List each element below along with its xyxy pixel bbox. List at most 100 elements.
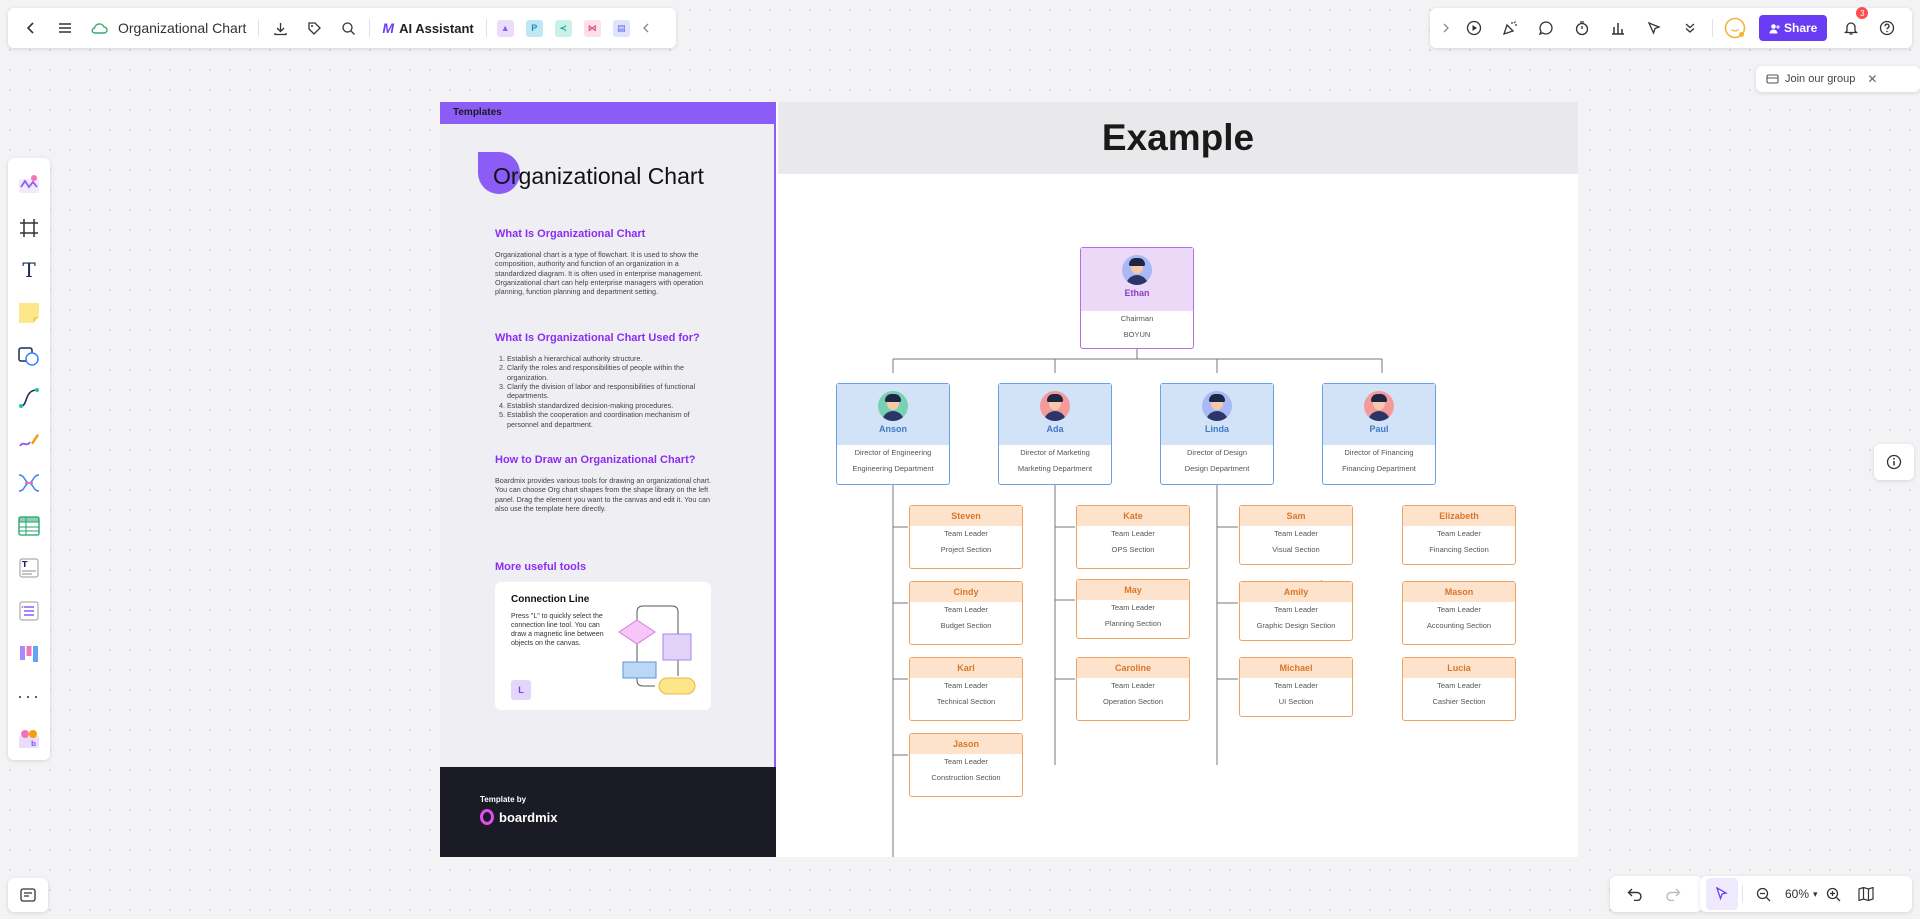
minimap-toggle-button[interactable]: [8, 878, 48, 912]
team-leader-node[interactable]: Caroline Team Leader Operation Section: [1076, 657, 1190, 721]
team-leader-node[interactable]: Jason Team Leader Construction Section: [909, 733, 1023, 797]
node-name: Ethan: [1124, 288, 1150, 298]
node-department: Accounting Section: [1426, 621, 1492, 630]
sticky-note-icon[interactable]: [11, 292, 47, 335]
director-node[interactable]: Linda Director of Design Design Department: [1160, 383, 1274, 485]
connector-icon[interactable]: [11, 377, 47, 420]
team-leader-node[interactable]: Cindy Team Leader Budget Section: [909, 581, 1023, 645]
list-item: Clarify the division of labor and respon…: [507, 382, 717, 401]
section-used-for: What Is Organizational Chart Used for? E…: [495, 332, 717, 429]
team-leader-node[interactable]: Lucia Team Leader Cashier Section: [1402, 657, 1516, 721]
tag-icon[interactable]: [297, 12, 331, 44]
node-department: Design Department: [1184, 464, 1250, 473]
node-name: Jason: [910, 734, 1022, 754]
team-leader-node[interactable]: May Team Leader Planning Section: [1076, 579, 1190, 639]
close-icon[interactable]: ✕: [1867, 72, 1877, 86]
team-leader-node[interactable]: Sam Team Leader Visual Section: [1239, 505, 1353, 565]
left-toolbar: T T ··· b: [8, 158, 50, 760]
pen-icon[interactable]: [11, 419, 47, 462]
select-pointer-icon[interactable]: [1706, 878, 1738, 910]
node-department: Marketing Department: [1017, 464, 1093, 473]
info-button[interactable]: [1874, 444, 1914, 480]
notification-bell-icon[interactable]: 3: [1833, 7, 1869, 44]
redo-icon[interactable]: [1654, 878, 1692, 910]
node-name: Mason: [1403, 582, 1515, 602]
zoom-level[interactable]: 60%: [1785, 887, 1809, 901]
collapse-chevron-icon[interactable]: [636, 12, 656, 44]
expand-chevron-icon[interactable]: [1436, 12, 1456, 44]
team-leader-node[interactable]: Amily Team Leader Graphic Design Section: [1239, 581, 1353, 641]
share-button[interactable]: Share: [1759, 15, 1828, 41]
mindmap-icon[interactable]: [11, 462, 47, 505]
play-icon[interactable]: [1456, 12, 1492, 44]
team-leader-node[interactable]: Michael Team Leader UI Section: [1239, 657, 1353, 717]
team-leader-node[interactable]: Steven Team Leader Project Section: [909, 505, 1023, 569]
connection-line-illustration: [618, 605, 696, 695]
node-department: Financing Section: [1429, 545, 1489, 554]
search-icon[interactable]: [331, 12, 365, 44]
join-group-banner[interactable]: Join our group ✕: [1756, 66, 1920, 92]
zoom-out-icon[interactable]: [1747, 878, 1779, 910]
boardmix-logo-icon: [480, 809, 494, 825]
plugin-icon[interactable]: b: [11, 718, 47, 761]
ai-assistant-button[interactable]: M AI Assistant: [374, 20, 481, 36]
template-title: Organizational Chart: [493, 163, 704, 189]
node-role: Director of Design: [1186, 448, 1248, 457]
download-icon[interactable]: [263, 12, 297, 44]
section-text: Boardmix provides various tools for draw…: [495, 476, 712, 514]
director-node[interactable]: Ada Director of Marketing Marketing Depart…: [998, 383, 1112, 485]
timer-icon[interactable]: [1564, 12, 1600, 44]
vote-icon[interactable]: [1600, 12, 1636, 44]
follow-cursor-icon[interactable]: [1636, 12, 1672, 44]
director-node[interactable]: Paul Director of Financing Financing Depar…: [1322, 383, 1436, 485]
more-icon[interactable]: ···: [11, 675, 47, 718]
text-block-icon[interactable]: T: [11, 547, 47, 590]
help-icon[interactable]: [1869, 12, 1905, 44]
node-name: Kate: [1077, 506, 1189, 526]
kanban-icon[interactable]: [11, 632, 47, 675]
node-role: Team Leader: [1274, 529, 1318, 538]
team-leader-node[interactable]: Mason Team Leader Accounting Section: [1402, 581, 1516, 645]
map-icon[interactable]: [1850, 878, 1882, 910]
undo-icon[interactable]: [1616, 878, 1654, 910]
svg-text:T: T: [22, 560, 28, 569]
director-node[interactable]: Anson Director of Engineering Engineering …: [836, 383, 950, 485]
section-heading: How to Draw an Organizational Chart?: [495, 454, 696, 466]
example-title: Example: [1101, 117, 1255, 158]
team-leader-node[interactable]: Kate Team Leader OPS Section: [1076, 505, 1190, 569]
node-department: Budget Section: [940, 621, 992, 630]
node-name: Anson: [879, 424, 907, 434]
more-chevrons-icon[interactable]: [1672, 12, 1708, 44]
node-role: Team Leader: [944, 605, 988, 614]
share-nodes-app-icon[interactable]: ≺: [554, 19, 572, 37]
join-group-label: Join our group: [1785, 73, 1856, 85]
zoom-in-icon[interactable]: [1818, 878, 1850, 910]
back-icon[interactable]: [14, 12, 48, 44]
template-icon[interactable]: [11, 164, 47, 207]
text-tool-icon[interactable]: T: [11, 249, 47, 292]
section-tools: More useful tools: [495, 561, 717, 583]
flow-app-icon[interactable]: ⋈: [583, 19, 601, 37]
node-role: Chairman: [1120, 314, 1154, 323]
connection-line-card[interactable]: Connection Line Press "L" to quickly sel…: [495, 582, 711, 710]
document-title[interactable]: Organizational Chart: [118, 20, 246, 36]
shape-icon[interactable]: [11, 334, 47, 377]
comment-app-icon[interactable]: ▤: [612, 19, 630, 37]
image-app-icon[interactable]: ▲: [496, 19, 514, 37]
node-department: Project Section: [940, 545, 992, 554]
user-avatar-icon[interactable]: [1717, 12, 1753, 44]
chairman-node[interactable]: Ethan Chairman BOYUN: [1080, 247, 1194, 349]
team-leader-node[interactable]: Elizabeth Team Leader Financing Section: [1402, 505, 1516, 565]
celebrate-icon[interactable]: [1492, 12, 1528, 44]
presentation-app-icon[interactable]: P: [525, 19, 543, 37]
frame-icon[interactable]: [11, 207, 47, 250]
list-icon[interactable]: [11, 590, 47, 633]
menu-icon[interactable]: [48, 12, 82, 44]
avatar: [1122, 255, 1152, 285]
table-icon[interactable]: [11, 505, 47, 548]
comment-icon[interactable]: [1528, 12, 1564, 44]
team-leader-node[interactable]: Karl Team Leader Technical Section: [909, 657, 1023, 721]
notification-badge: 3: [1856, 7, 1869, 19]
node-role: Director of Engineering: [854, 448, 932, 457]
template-board[interactable]: Templates Organizational Chart What Is O…: [440, 102, 1578, 857]
